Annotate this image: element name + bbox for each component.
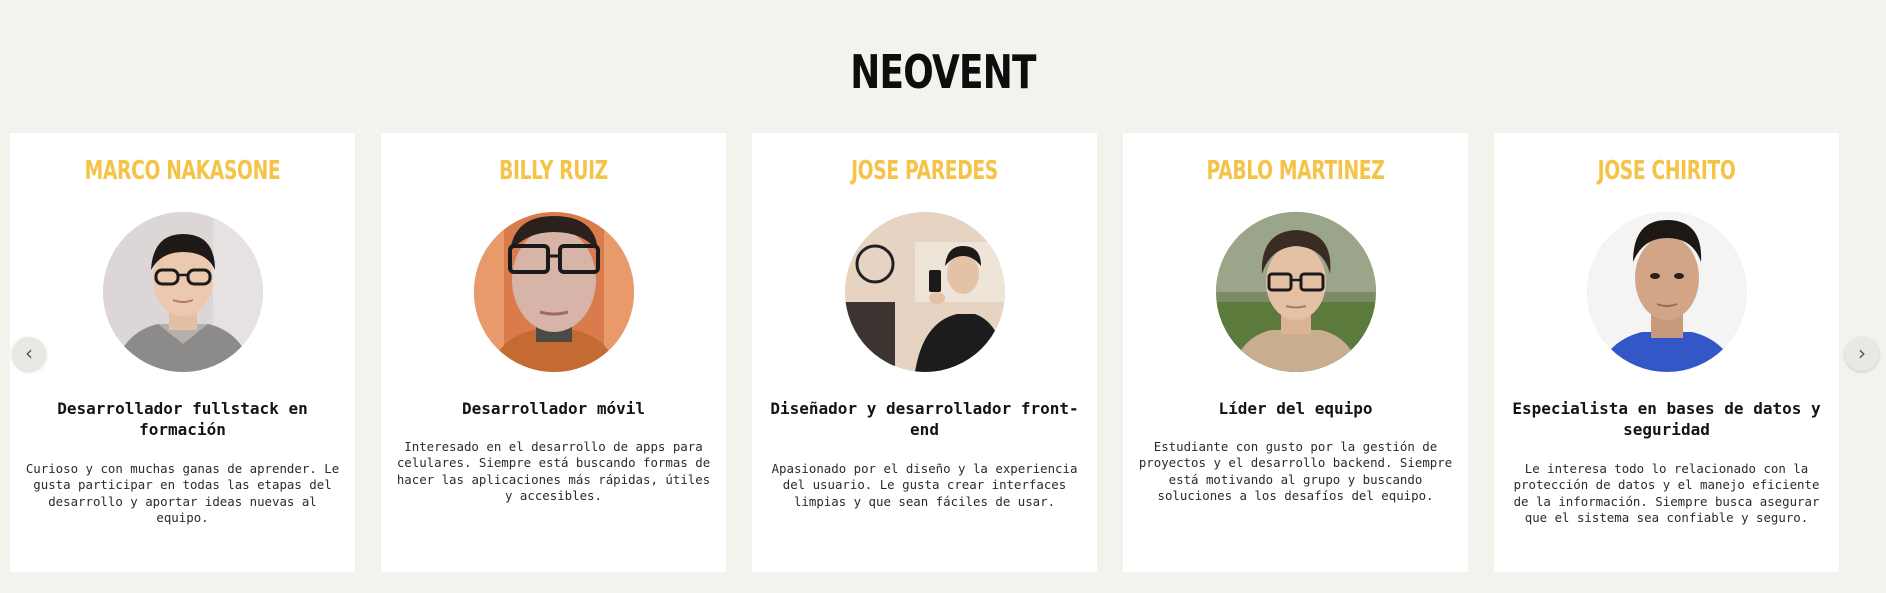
member-name: BILLY RUIZ bbox=[499, 156, 608, 186]
team-card: MARCO NAKASONE Desarrollador fullstack e… bbox=[10, 133, 355, 572]
member-role: Diseñador y desarrollador front-end bbox=[770, 399, 1079, 439]
member-name: JOSE CHIRITO bbox=[1597, 156, 1736, 186]
member-description: Interesado en el desarrollo de apps para… bbox=[396, 439, 711, 504]
carousel-next-button[interactable]: › bbox=[1845, 337, 1879, 371]
chevron-left-icon: ‹ bbox=[25, 341, 33, 365]
team-carousel: MARCO NAKASONE Desarrollador fullstack e… bbox=[10, 133, 1871, 572]
carousel-prev-button[interactable]: ‹ bbox=[12, 337, 46, 371]
member-photo bbox=[474, 212, 634, 372]
member-description: Le interesa todo lo relacionado con la p… bbox=[1513, 461, 1820, 526]
member-role: Desarrollador fullstack en formación bbox=[57, 399, 308, 439]
member-description: Apasionado por el diseño y la experienci… bbox=[771, 461, 1078, 509]
member-role: Especialista en bases de datos y segurid… bbox=[1512, 399, 1821, 439]
member-name: MARCO NAKASONE bbox=[84, 156, 281, 186]
chevron-right-icon: › bbox=[1858, 341, 1866, 365]
member-description: Estudiante con gusto por la gestión de p… bbox=[1138, 439, 1453, 504]
team-card: PABLO MARTINEZ Líder del equipo Estudian… bbox=[1123, 133, 1468, 572]
member-name: JOSE PAREDES bbox=[851, 156, 998, 186]
team-card: JOSE PAREDES Diseñador y desarrollador f… bbox=[752, 133, 1097, 572]
team-card: BILLY RUIZ Desarrollador móvil Interesad… bbox=[381, 133, 726, 572]
member-role: Líder del equipo bbox=[1218, 399, 1373, 418]
member-photo bbox=[103, 212, 263, 372]
member-role: Desarrollador móvil bbox=[461, 399, 646, 418]
member-photo bbox=[845, 212, 1005, 372]
member-name: PABLO MARTINEZ bbox=[1206, 156, 1385, 186]
member-description: Curioso y con muchas ganas de aprender. … bbox=[25, 461, 340, 526]
page-title: NEOVENT bbox=[850, 45, 1036, 99]
member-photo bbox=[1216, 212, 1376, 372]
team-card: JOSE CHIRITO Especialista en bases de da… bbox=[1494, 133, 1839, 572]
member-photo bbox=[1587, 212, 1747, 372]
